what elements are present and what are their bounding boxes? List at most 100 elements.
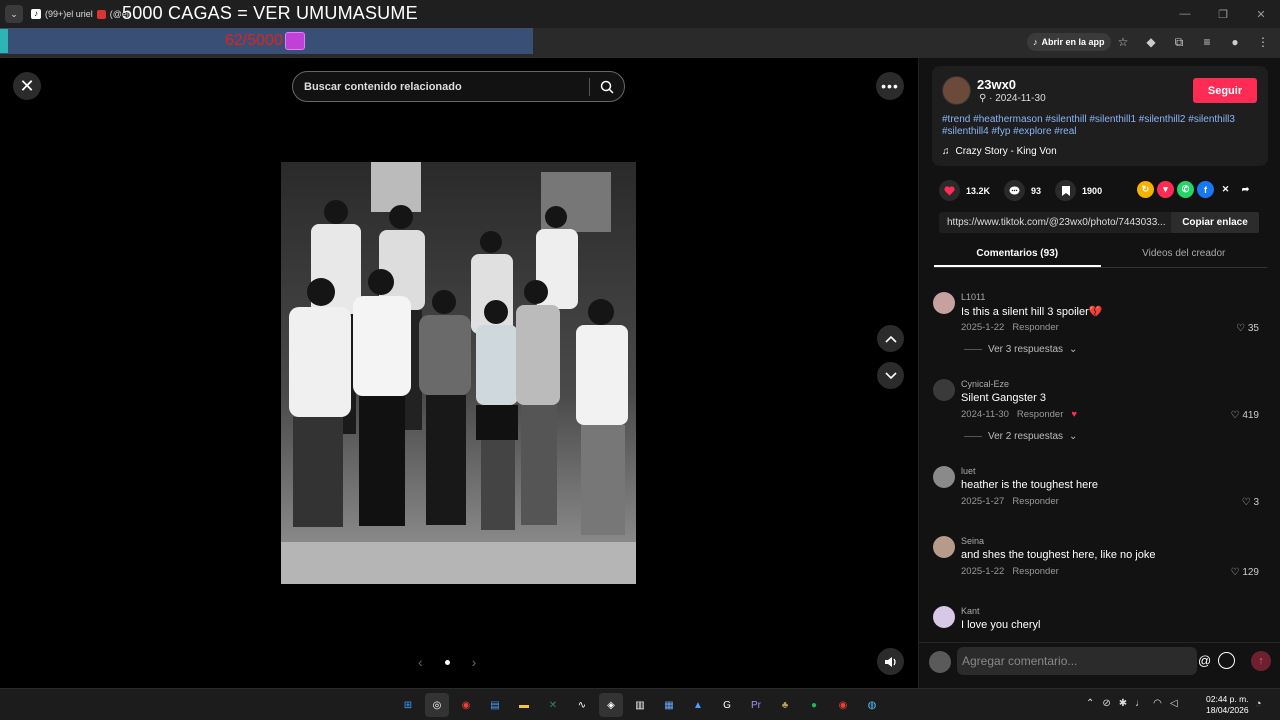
- browser-menu-icon[interactable]: ⋮: [1254, 33, 1272, 51]
- repost-icon[interactable]: ↻: [1137, 181, 1154, 198]
- emoji-icon[interactable]: [1218, 652, 1235, 669]
- comment-like[interactable]: ♡ 419: [1231, 410, 1259, 421]
- premiere-icon[interactable]: Pr: [744, 693, 768, 717]
- commenter-name[interactable]: Kant: [961, 606, 980, 616]
- vpn-icon[interactable]: ◆: [1142, 33, 1160, 51]
- send-to-friend-icon[interactable]: ▾: [1157, 181, 1174, 198]
- commenter-avatar[interactable]: [933, 379, 955, 401]
- more-options-button[interactable]: •••: [876, 72, 904, 100]
- chrome-alt-icon[interactable]: ◉: [831, 693, 855, 717]
- whatsapp-icon[interactable]: ✆: [1177, 181, 1194, 198]
- follow-button[interactable]: Seguir: [1193, 78, 1257, 103]
- tab-comments[interactable]: Comentarios (93): [934, 242, 1101, 267]
- share-arrow-icon[interactable]: ➦: [1237, 181, 1254, 198]
- comment-like[interactable]: ♡ 129: [1231, 567, 1259, 578]
- notepad-icon[interactable]: ▤: [483, 693, 507, 717]
- windows-start-icon[interactable]: ⊞: [396, 693, 420, 717]
- search-icon[interactable]: [590, 80, 624, 94]
- wifi-icon[interactable]: ◠: [1153, 698, 1162, 709]
- copy-link-button[interactable]: Copiar enlace: [1171, 212, 1259, 233]
- spotify-icon[interactable]: ●: [802, 693, 826, 717]
- tray-chevron-icon[interactable]: ⌃: [1086, 698, 1094, 709]
- facebook-icon[interactable]: f: [1197, 181, 1214, 198]
- music-info[interactable]: ♫ Crazy Story - King Von: [942, 146, 1057, 157]
- screen: ⌄ ♪ (99+)el uriel (@el 5000 CAGAS = VER …: [0, 0, 1280, 720]
- send-comment-button[interactable]: ↑: [1251, 651, 1271, 671]
- profile-icon[interactable]: ●: [1226, 33, 1244, 51]
- volume-button[interactable]: [877, 648, 904, 675]
- bookmark-star-icon[interactable]: ☆: [1114, 33, 1132, 51]
- tab-search-button[interactable]: ⌄: [5, 5, 23, 23]
- comment-like[interactable]: ♡ 35: [1236, 323, 1259, 334]
- file-explorer-icon[interactable]: ▬: [512, 693, 536, 717]
- close-window-icon[interactable]: ✕: [1242, 0, 1280, 28]
- minimize-icon[interactable]: —: [1166, 0, 1204, 28]
- g-app-icon[interactable]: G: [715, 693, 739, 717]
- game-app-icon[interactable]: ♣: [773, 693, 797, 717]
- commenter-avatar[interactable]: [933, 536, 955, 558]
- chevron-down-icon: ⌄: [1069, 431, 1078, 442]
- extensions-icon[interactable]: ⧉: [1170, 33, 1188, 51]
- previous-post-button[interactable]: [877, 325, 904, 352]
- comment-action[interactable]: 93: [1004, 180, 1041, 201]
- commenter-name[interactable]: Seina: [961, 536, 984, 546]
- bluetooth-icon[interactable]: ✱: [1119, 698, 1127, 709]
- comment-text: and shes the toughest here, like no joke: [961, 549, 1156, 561]
- open-in-app-button[interactable]: ♪ Abrir en la app: [1027, 33, 1111, 51]
- x-icon[interactable]: ✕: [1217, 181, 1234, 198]
- commenter-name[interactable]: L1011: [961, 292, 985, 302]
- close-viewer-button[interactable]: ✕: [13, 72, 41, 100]
- terminal-icon[interactable]: ▥: [628, 693, 652, 717]
- globe-app-icon[interactable]: ◍: [860, 693, 884, 717]
- tray-network-off-icon[interactable]: ⊘: [1102, 698, 1110, 709]
- reply-link[interactable]: Responder: [1012, 322, 1058, 333]
- creator-username[interactable]: 23wx0: [977, 77, 1016, 92]
- commenter-avatar[interactable]: [933, 606, 955, 628]
- comment-like-count: 419: [1242, 410, 1259, 421]
- save-action[interactable]: 1900: [1055, 180, 1102, 201]
- media-icon[interactable]: ≡: [1198, 33, 1216, 51]
- reply-link[interactable]: Responder: [1012, 566, 1058, 577]
- browser-tab[interactable]: ♪ (99+)el uriel (@el: [31, 3, 129, 25]
- next-photo-arrow-icon[interactable]: ›: [472, 654, 477, 670]
- view-replies[interactable]: Ver 2 respuestas ⌄: [964, 431, 1077, 442]
- goal-counter-text: 62/5000: [225, 32, 283, 49]
- heart-outline-icon: ♡: [1236, 323, 1248, 334]
- steam-icon[interactable]: ◈: [599, 693, 623, 717]
- commenter-name[interactable]: luet: [961, 466, 976, 476]
- app-icon[interactable]: ◎: [425, 693, 449, 717]
- mention-icon[interactable]: @: [1198, 653, 1211, 668]
- comment-input[interactable]: [957, 647, 1197, 675]
- comment-like[interactable]: ♡ 3: [1242, 497, 1259, 508]
- creator-avatar[interactable]: [942, 76, 971, 105]
- reply-link[interactable]: Responder: [1017, 409, 1063, 420]
- excel-icon[interactable]: ✕: [541, 693, 565, 717]
- related-search-input[interactable]: [293, 80, 589, 93]
- chrome-icon[interactable]: ◉: [454, 693, 478, 717]
- microphone-icon[interactable]: ♩: [1135, 698, 1145, 709]
- stream-overlay-title: 5000 CAGAS = VER UMUMASUME: [122, 3, 418, 23]
- audio-app-icon[interactable]: ∿: [570, 693, 594, 717]
- notification-bell-icon[interactable]: ◔: [1255, 698, 1262, 710]
- system-clock[interactable]: 02:44 p. m. 18/04/2026: [1206, 694, 1249, 716]
- post-hashtags[interactable]: #trend #heathermason #silenthill #silent…: [942, 114, 1262, 138]
- tab-creator-videos[interactable]: Videos del creador: [1101, 242, 1268, 267]
- post-link[interactable]: https://www.tiktok.com/@23wx0/photo/7443…: [939, 217, 1171, 228]
- like-action[interactable]: 13.2K: [939, 180, 990, 201]
- comment-date: 2025-1-22: [961, 566, 1005, 577]
- commenter-avatar[interactable]: [933, 292, 955, 314]
- comment-date: 2025-1-27: [961, 496, 1005, 507]
- pager-dot: [444, 659, 450, 665]
- open-in-app-label: Abrir en la app: [1041, 37, 1105, 47]
- next-post-button[interactable]: [877, 362, 904, 389]
- speaker-icon[interactable]: ◁: [1170, 698, 1178, 709]
- gift-icon: [284, 32, 305, 50]
- commenter-avatar[interactable]: [933, 466, 955, 488]
- reply-link[interactable]: Responder: [1012, 496, 1058, 507]
- prev-photo-arrow-icon[interactable]: ‹: [418, 654, 423, 670]
- calculator-icon[interactable]: ▦: [657, 693, 681, 717]
- photos-icon[interactable]: ▲: [686, 693, 710, 717]
- commenter-name[interactable]: Cynical-Eze: [961, 379, 1009, 389]
- restore-icon[interactable]: ❐: [1204, 0, 1242, 28]
- view-replies[interactable]: Ver 3 respuestas ⌄: [964, 344, 1077, 355]
